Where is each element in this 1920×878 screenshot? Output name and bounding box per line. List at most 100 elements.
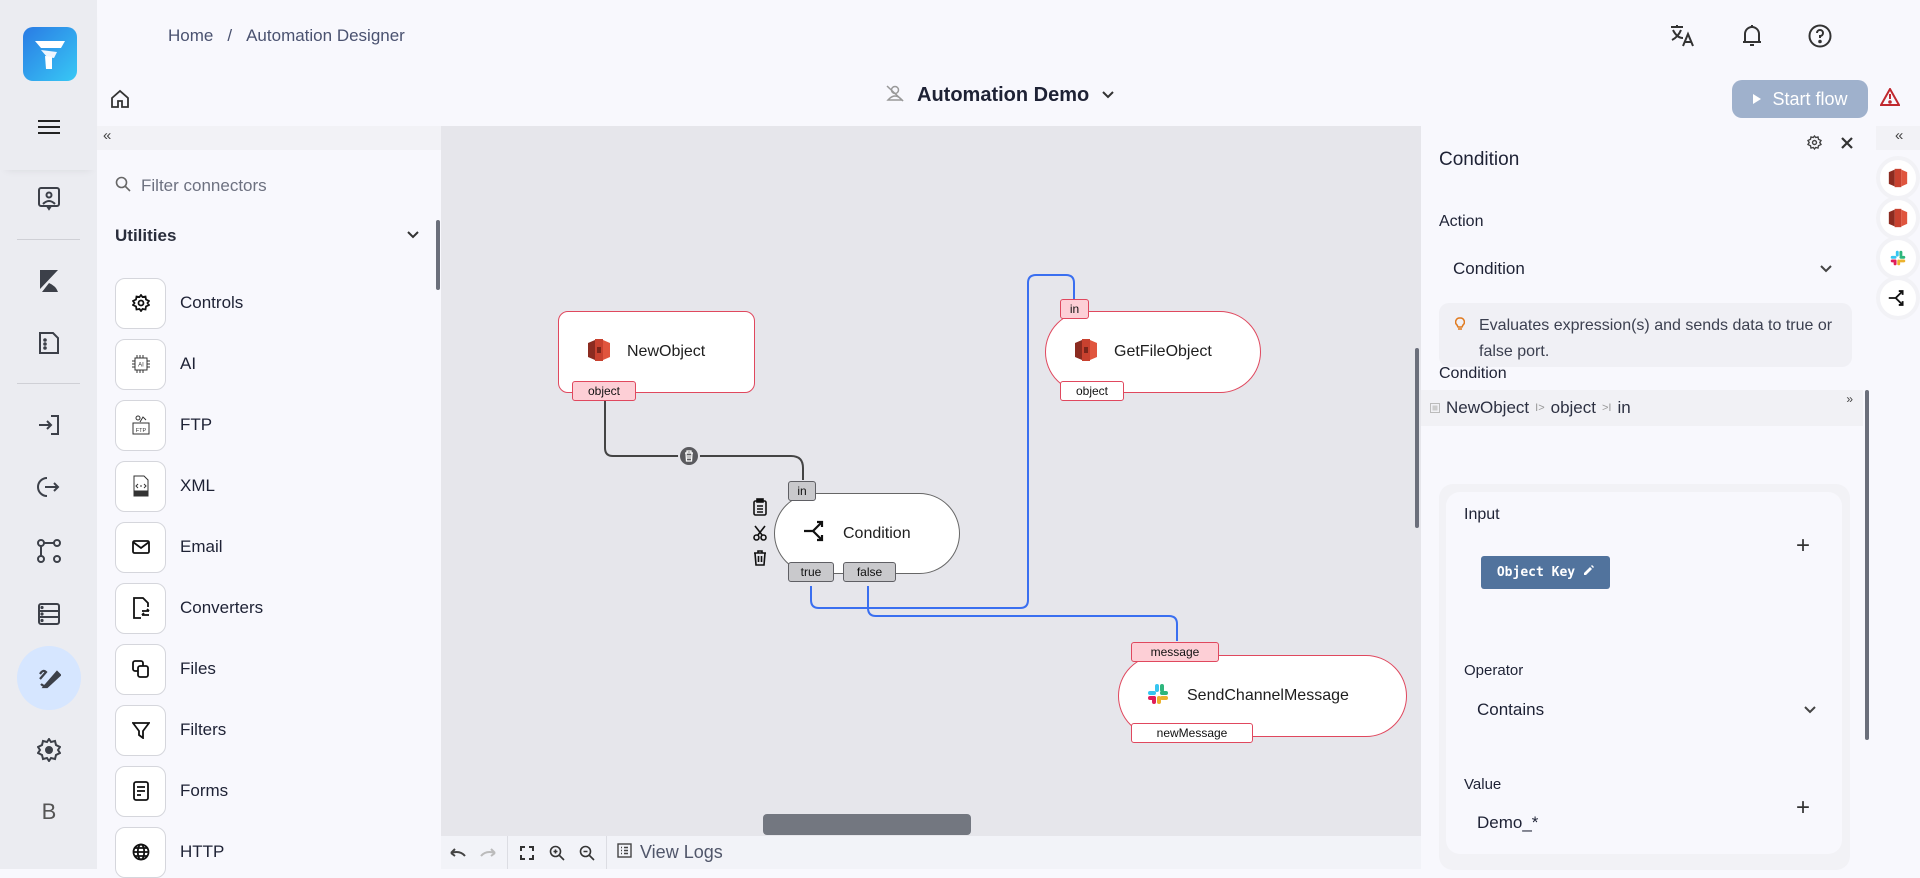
utilities-group-header[interactable]: Utilities	[115, 226, 420, 246]
mini-node-newobject[interactable]	[1880, 160, 1916, 196]
clipboard-icon[interactable]	[753, 498, 767, 521]
start-flow-button[interactable]: Start flow	[1732, 80, 1868, 118]
svg-text:AI: AI	[138, 363, 144, 369]
connector-label: Controls	[180, 293, 244, 312]
settings-icon[interactable]	[1807, 134, 1822, 155]
canvas-horizontal-scrollbar[interactable]	[763, 814, 971, 835]
connector-files[interactable]: Files	[115, 643, 415, 695]
trash-icon[interactable]	[753, 550, 767, 571]
operator-select[interactable]: Contains	[1477, 700, 1817, 720]
connector-label: Forms	[180, 781, 229, 800]
canvas-vertical-scrollbar[interactable]	[1415, 348, 1419, 528]
connector-controls[interactable]: Controls	[115, 277, 415, 329]
slack-icon	[1890, 250, 1906, 266]
port-condition-false[interactable]: false	[843, 562, 896, 582]
user-monitor-icon[interactable]	[24, 174, 74, 224]
breadcrumb-home[interactable]: Home	[168, 26, 213, 45]
add-input-button[interactable]: +	[1796, 532, 1810, 560]
expand-icon[interactable]: »	[1846, 392, 1853, 406]
properties-header-actions	[1807, 134, 1854, 155]
path-node[interactable]: NewObject	[1446, 398, 1529, 418]
connector-label: Converters	[180, 598, 264, 617]
value-input[interactable]: Demo_*	[1477, 813, 1538, 833]
filter-connectors-input[interactable]	[141, 176, 391, 196]
hamburger-menu-icon[interactable]	[24, 102, 74, 152]
port-condition-true[interactable]: true	[788, 562, 834, 582]
collapse-properties-button[interactable]: «	[1876, 126, 1920, 150]
action-select[interactable]: Condition	[1453, 259, 1833, 279]
connector-converters[interactable]: Converters	[115, 582, 415, 634]
workflow-icon[interactable]	[24, 526, 74, 576]
bell-icon[interactable]	[1738, 22, 1766, 50]
zoom-out-icon[interactable]	[572, 838, 602, 868]
split-icon	[803, 520, 829, 547]
close-icon[interactable]	[1840, 136, 1854, 155]
flow-nodes-rail: «	[1876, 126, 1920, 869]
connector-label: HTTP	[180, 842, 225, 861]
svg-text:FTP: FTP	[135, 428, 146, 434]
flow-canvas[interactable]: NewObject object Condition in true false…	[441, 126, 1421, 836]
properties-scrollbar[interactable]	[1865, 390, 1869, 740]
settings-icon[interactable]	[24, 725, 74, 775]
operator-value: Contains	[1477, 700, 1545, 719]
properties-panel: Condition Action Condition Evaluates exp…	[1421, 126, 1876, 870]
connector-ai[interactable]: AI AI	[115, 338, 415, 390]
connector-ftp[interactable]: FTP FTP	[115, 399, 415, 451]
port-getfileobject-object[interactable]: object	[1060, 381, 1124, 401]
logs-icon	[617, 842, 632, 863]
fit-screen-icon[interactable]	[512, 838, 542, 868]
action-hint: Evaluates expression(s) and sends data t…	[1439, 303, 1852, 367]
connector-http[interactable]: HTTP	[115, 826, 415, 878]
flow-title-selector[interactable]: Automation Demo	[885, 84, 1115, 107]
view-logs-button[interactable]: View Logs	[617, 842, 723, 863]
port-newobject-object[interactable]: object	[572, 381, 636, 401]
designer-icon[interactable]	[17, 646, 81, 710]
undo-icon[interactable]	[443, 838, 473, 868]
database-icon[interactable]	[24, 589, 74, 639]
offline-icon	[885, 84, 905, 107]
node-label: SendChannelMessage	[1187, 687, 1349, 704]
connector-scrollbar[interactable]	[436, 220, 440, 290]
connector-xml[interactable]: XML	[115, 460, 415, 512]
view-logs-label: View Logs	[640, 842, 723, 862]
sign-in-icon[interactable]	[24, 400, 74, 450]
redo-icon[interactable]	[473, 838, 503, 868]
edge-condition-false-to-sendchannel	[867, 586, 1178, 641]
document-icon[interactable]	[24, 318, 74, 368]
port-getfileobject-in[interactable]: in	[1060, 299, 1089, 319]
translate-icon[interactable]	[1669, 22, 1697, 50]
port-condition-in[interactable]: in	[788, 481, 816, 501]
zoom-in-icon[interactable]	[542, 838, 572, 868]
object-key-chip[interactable]: Object Key	[1481, 556, 1610, 589]
mini-node-condition[interactable]	[1880, 280, 1916, 316]
collapse-connectors-button[interactable]: «	[97, 126, 441, 150]
connector-filters[interactable]: Filters	[115, 704, 415, 756]
warning-icon[interactable]	[1879, 86, 1901, 111]
connector-label: Email	[180, 537, 223, 556]
mini-node-getfileobject[interactable]	[1880, 200, 1916, 236]
edge-delete-button[interactable]	[678, 445, 700, 467]
app-logo[interactable]	[23, 27, 77, 81]
connector-forms[interactable]: Forms	[115, 765, 415, 817]
scissors-icon[interactable]	[753, 525, 767, 546]
port-sendchannel-newmessage[interactable]: newMessage	[1131, 723, 1253, 743]
path-port-out[interactable]: object	[1551, 398, 1596, 418]
connector-email[interactable]: Email	[115, 521, 415, 573]
add-value-button[interactable]: +	[1796, 794, 1810, 822]
edge-newobject-to-condition	[604, 394, 804, 480]
filter-connectors[interactable]	[115, 171, 415, 201]
port-sendchannel-message[interactable]: message	[1131, 642, 1219, 662]
chevron-down-icon	[1819, 259, 1833, 279]
toolbar-divider	[606, 836, 607, 869]
sign-out-icon[interactable]	[24, 462, 74, 512]
value-label: Value	[1464, 776, 1502, 793]
lightbulb-icon	[1454, 317, 1466, 367]
kibana-icon[interactable]	[24, 256, 74, 306]
user-initial-avatar[interactable]: B	[24, 787, 74, 837]
node-label: GetFileObject	[1114, 343, 1212, 360]
home-icon[interactable]	[110, 89, 132, 111]
path-port-in[interactable]: in	[1617, 398, 1630, 418]
connector-label: Filters	[180, 720, 227, 739]
mini-node-sendchannelmessage[interactable]	[1880, 240, 1916, 276]
help-icon[interactable]	[1806, 22, 1834, 50]
